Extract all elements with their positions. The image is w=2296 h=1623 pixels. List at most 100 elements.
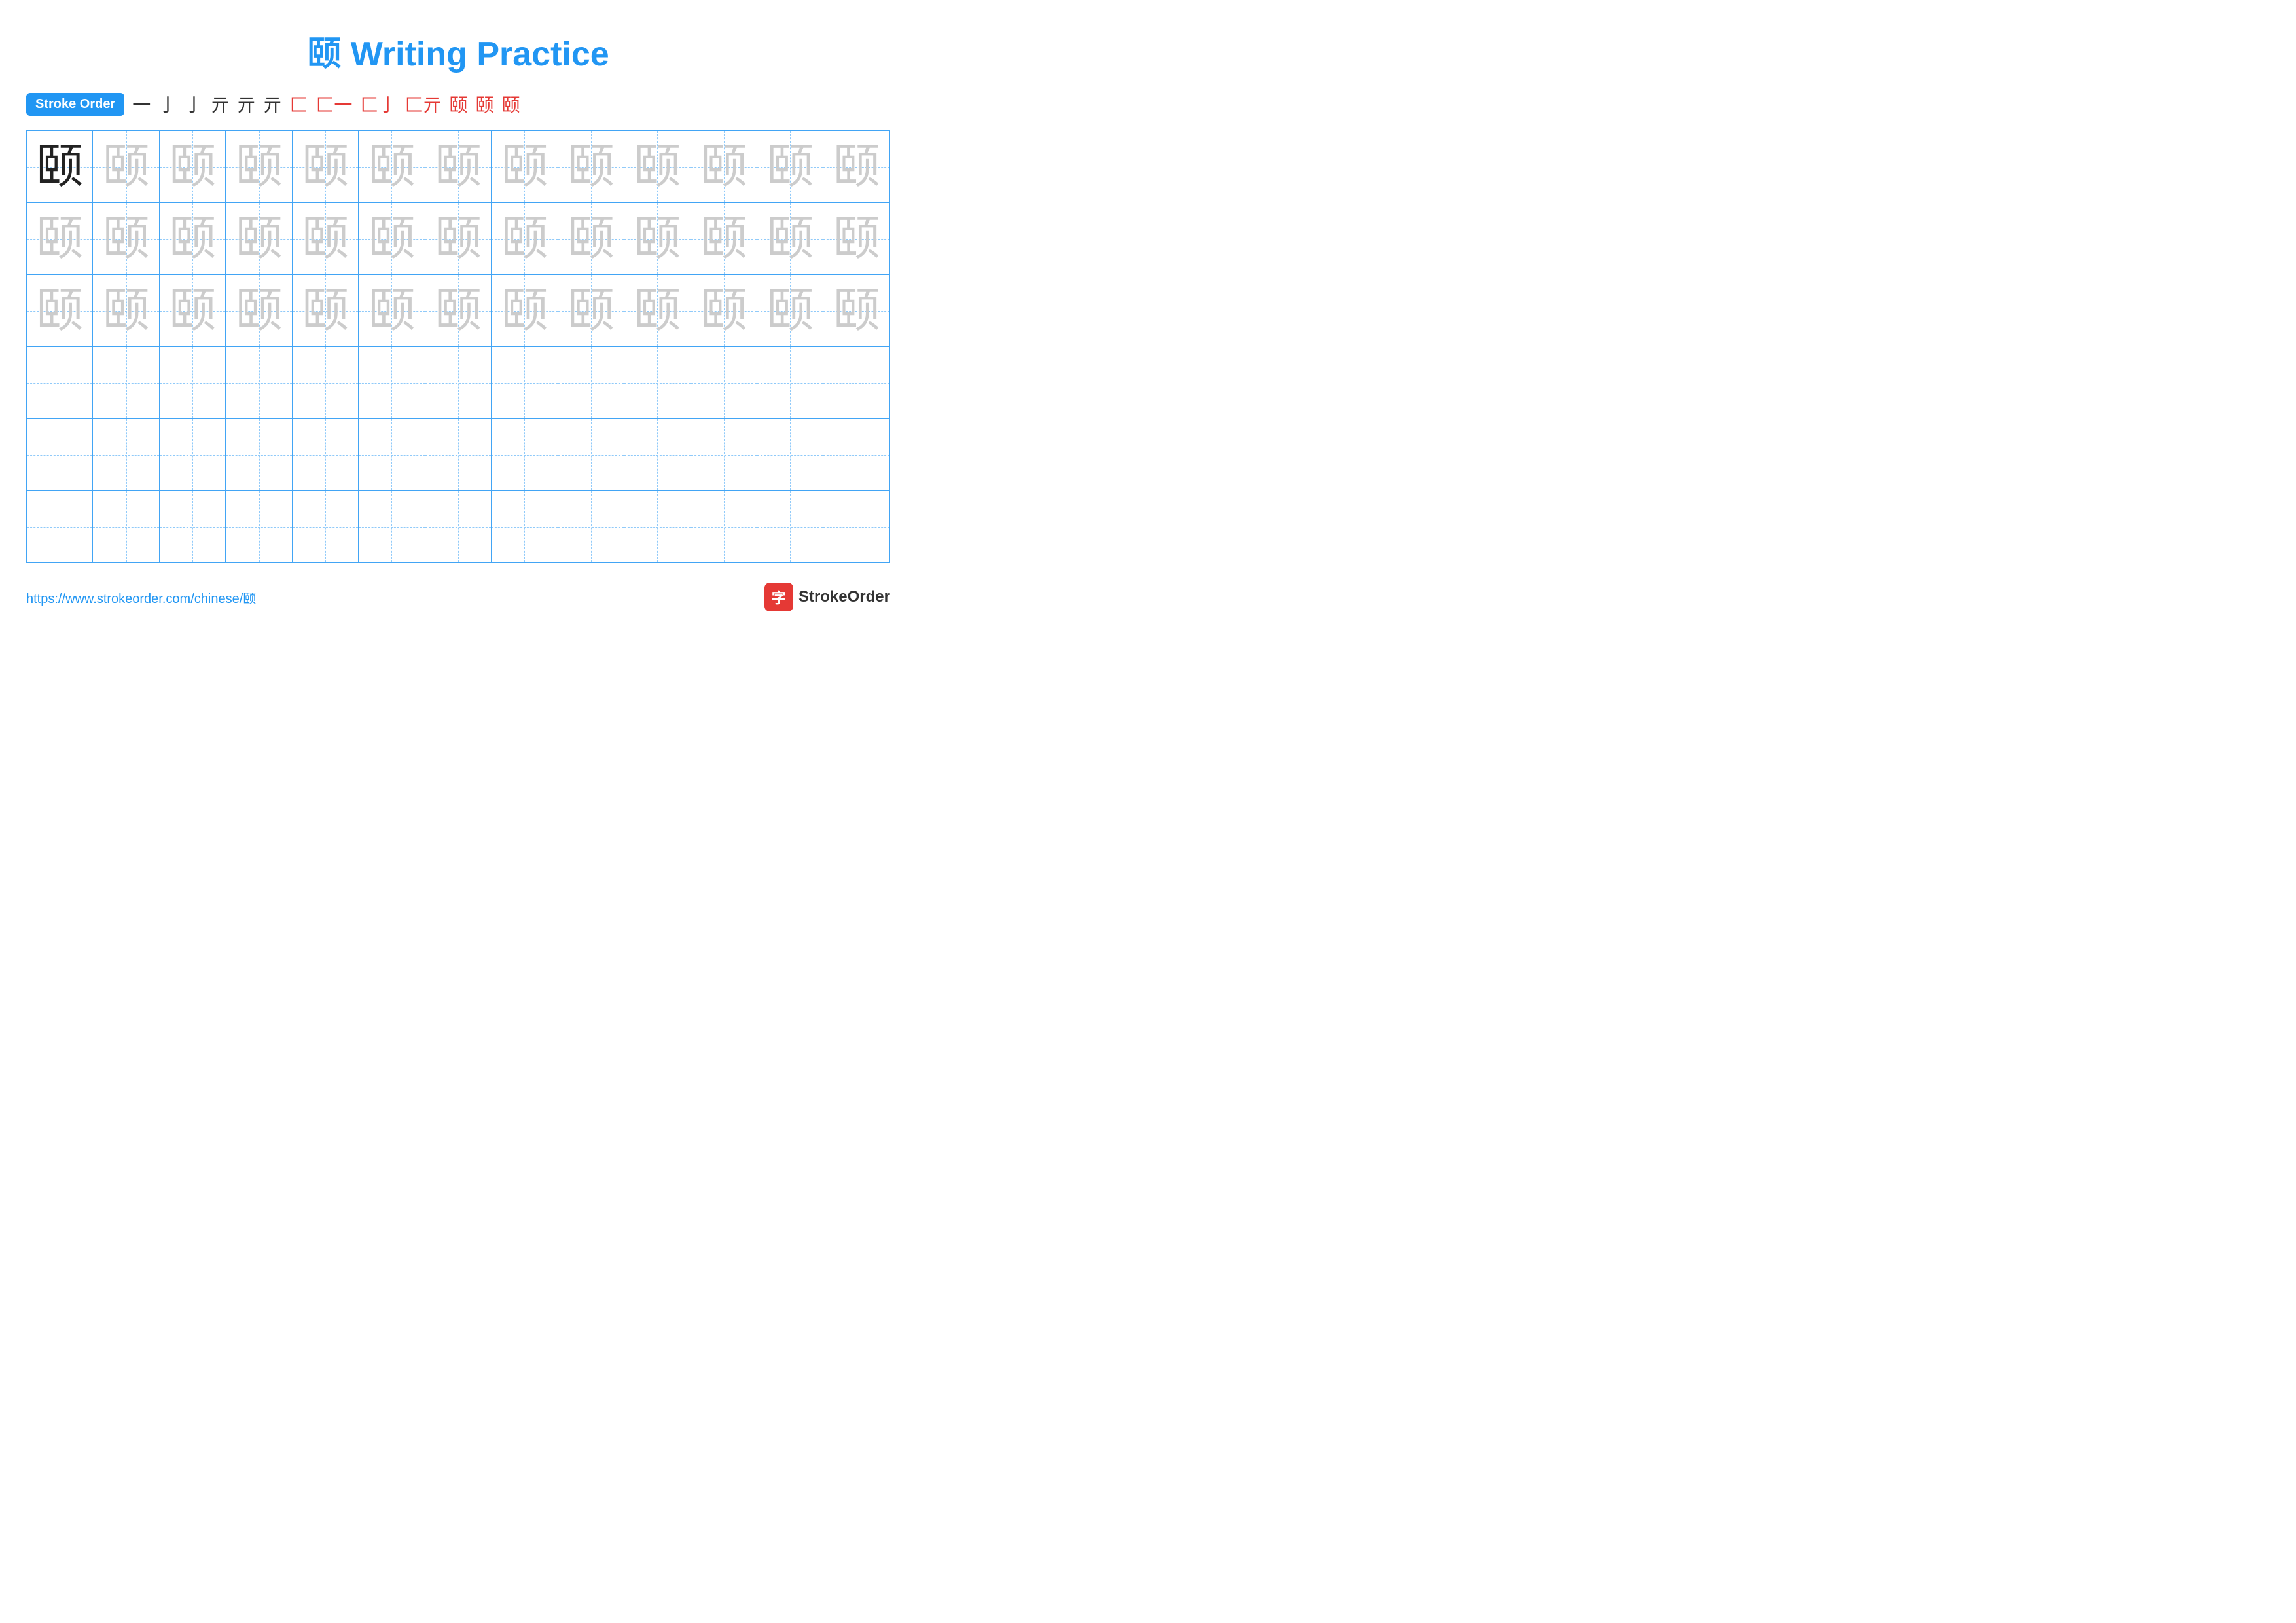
grid-cell: 颐 [425,131,491,203]
grid-cell[interactable] [159,347,225,419]
grid-cell: 颐 [757,275,823,347]
grid-cell: 颐 [226,131,292,203]
grid-cell: 颐 [691,275,757,347]
grid-cell[interactable] [226,491,292,563]
footer-brand: 字 StrokeOrder [764,583,890,611]
grid-row-3: 颐 颐 颐 颐 颐 颐 颐 颐 颐 颐 颐 颐 颐 [27,275,890,347]
grid-cell[interactable] [558,347,624,419]
grid-cell: 颐 [425,275,491,347]
stroke-step-1: 一 [132,91,151,117]
grid-cell: 颐 [159,275,225,347]
grid-cell[interactable] [624,491,691,563]
grid-cell[interactable] [27,491,93,563]
practice-grid: 颐 颐 颐 颐 颐 颐 颐 颐 颐 颐 颐 颐 颐 颐 颐 颐 颐 颐 颐 颐 … [26,130,890,563]
grid-cell[interactable] [492,491,558,563]
grid-cell[interactable] [691,347,757,419]
grid-cell[interactable] [757,347,823,419]
grid-cell: 颐 [27,203,93,275]
grid-cell: 颐 [757,131,823,203]
grid-cell[interactable] [27,347,93,419]
stroke-step-7: 匚 [289,91,308,117]
grid-cell: 颐 [558,203,624,275]
grid-row-4 [27,347,890,419]
grid-cell[interactable] [823,419,890,491]
grid-cell: 颐 [226,275,292,347]
grid-row-1: 颐 颐 颐 颐 颐 颐 颐 颐 颐 颐 颐 颐 颐 [27,131,890,203]
grid-cell[interactable] [292,419,358,491]
grid-cell: 颐 [425,203,491,275]
stroke-step-6: 亓 [263,91,281,117]
grid-cell: 颐 [359,131,425,203]
grid-cell: 颐 [823,275,890,347]
grid-cell[interactable] [93,491,159,563]
grid-cell[interactable] [691,419,757,491]
stroke-order-row: Stroke Order 一 亅 亅 亓 亓 亓 匚 匚一 匚亅 匚亓 颐 颐 … [26,91,890,117]
grid-cell[interactable] [558,491,624,563]
grid-cell[interactable] [359,419,425,491]
grid-cell: 颐 [292,275,358,347]
grid-cell: 颐 [292,131,358,203]
grid-cell[interactable] [492,419,558,491]
grid-cell[interactable] [27,419,93,491]
grid-cell: 颐 [823,203,890,275]
grid-cell: 颐 [359,275,425,347]
grid-row-2: 颐 颐 颐 颐 颐 颐 颐 颐 颐 颐 颐 颐 颐 [27,203,890,275]
grid-cell: 颐 [558,131,624,203]
grid-cell[interactable] [425,491,491,563]
stroke-step-8: 匚一 [315,91,352,117]
grid-cell[interactable] [558,419,624,491]
footer-brand-name: StrokeOrder [798,588,890,606]
grid-cell[interactable] [425,419,491,491]
grid-cell: 颐 [27,275,93,347]
stroke-step-13: 颐 [501,91,520,117]
grid-cell[interactable] [691,491,757,563]
grid-cell: 颐 [757,203,823,275]
grid-cell[interactable] [93,419,159,491]
grid-cell: 颐 [624,131,691,203]
stroke-step-10: 匚亓 [404,91,441,117]
grid-cell[interactable] [359,347,425,419]
grid-cell[interactable] [757,491,823,563]
grid-cell[interactable] [226,347,292,419]
grid-cell[interactable] [823,347,890,419]
stroke-step-2: 亅 [158,91,177,117]
grid-cell: 颐 [93,131,159,203]
footer-logo-icon: 字 [764,583,793,611]
grid-cell: 颐 [159,203,225,275]
grid-cell: 颐 [159,131,225,203]
grid-cell: 颐 [691,131,757,203]
grid-cell[interactable] [624,419,691,491]
stroke-step-5: 亓 [237,91,255,117]
grid-cell: 颐 [823,131,890,203]
grid-cell: 颐 [93,203,159,275]
stroke-step-4: 亓 [211,91,229,117]
grid-cell[interactable] [159,491,225,563]
grid-cell[interactable] [492,347,558,419]
grid-cell: 颐 [492,131,558,203]
grid-cell[interactable] [359,491,425,563]
grid-cell[interactable] [226,419,292,491]
grid-cell[interactable] [292,491,358,563]
grid-cell[interactable] [159,419,225,491]
grid-cell: 颐 [624,203,691,275]
footer-url[interactable]: https://www.strokeorder.com/chinese/颐 [26,588,256,607]
grid-cell: 颐 [558,275,624,347]
grid-row-6 [27,491,890,563]
grid-cell[interactable] [823,491,890,563]
stroke-order-badge: Stroke Order [26,93,124,116]
grid-cell: 颐 [624,275,691,347]
grid-cell: 颐 [27,131,93,203]
grid-row-5 [27,419,890,491]
footer: https://www.strokeorder.com/chinese/颐 字 … [26,583,890,611]
grid-cell: 颐 [691,203,757,275]
grid-cell: 颐 [359,203,425,275]
grid-cell: 颐 [492,203,558,275]
grid-cell[interactable] [292,347,358,419]
grid-cell[interactable] [757,419,823,491]
grid-cell[interactable] [624,347,691,419]
grid-cell: 颐 [292,203,358,275]
stroke-step-11: 颐 [449,91,467,117]
stroke-step-12: 颐 [475,91,493,117]
grid-cell[interactable] [425,347,491,419]
grid-cell[interactable] [93,347,159,419]
